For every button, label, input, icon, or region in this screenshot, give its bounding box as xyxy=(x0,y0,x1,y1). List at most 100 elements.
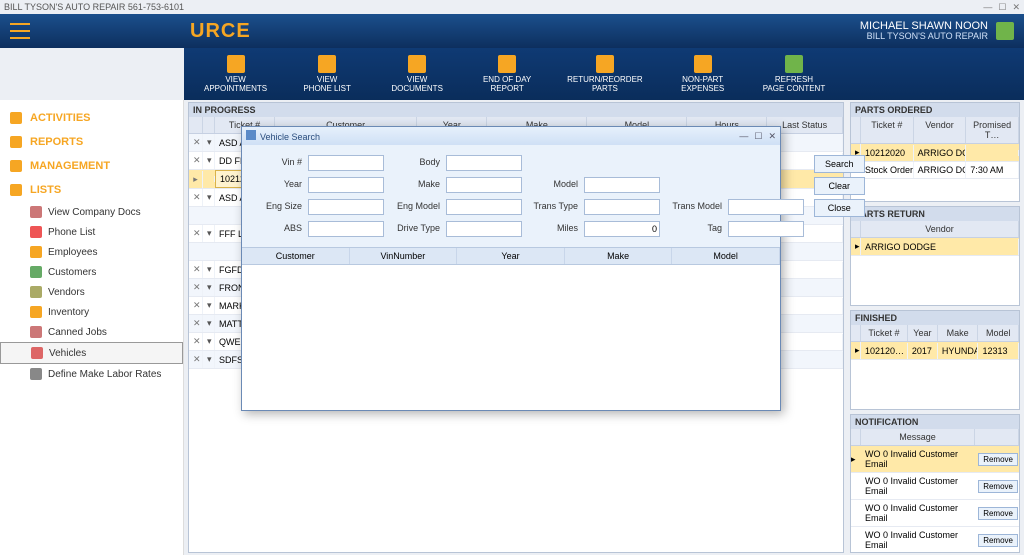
miles-label: Miles xyxy=(528,221,578,237)
drivetype-input[interactable] xyxy=(446,221,522,237)
remove-button[interactable]: Remove xyxy=(978,480,1018,493)
body-label: Body xyxy=(390,155,440,171)
table-row[interactable]: Stock OrderARRIGO DOD…7:30 AM xyxy=(851,162,1019,179)
parts-icon xyxy=(596,55,614,73)
sidebar-item-phone-list[interactable]: Phone List xyxy=(0,222,183,242)
doc-icon xyxy=(30,206,42,218)
modal-grid-body[interactable] xyxy=(242,265,780,410)
end-of-day-report-button[interactable]: END OF DAY REPORT xyxy=(477,52,537,96)
refresh-page-button[interactable]: REFRESH PAGE CONTENT xyxy=(763,52,826,96)
close-button[interactable]: Close xyxy=(814,199,865,217)
transmodel-input[interactable] xyxy=(728,199,804,215)
maximize-icon[interactable]: ☐ xyxy=(998,2,1006,13)
close-icon[interactable]: ✕ xyxy=(1012,2,1020,13)
notification-row[interactable]: WO 0 Invalid Customer EmailRemove xyxy=(851,473,1019,500)
sidebar-item-canned-jobs[interactable]: Canned Jobs xyxy=(0,322,183,342)
notification-title: NOTIFICATION xyxy=(851,415,1019,429)
body-input[interactable] xyxy=(446,155,522,171)
nav-activities[interactable]: ACTIVITIES xyxy=(0,106,183,130)
vehicle-search-modal: Vehicle Search — ☐ ✕ Vin # Body Year xyxy=(241,126,781,411)
return-reorder-parts-button[interactable]: RETURN/REORDER PARTS xyxy=(567,52,643,96)
notification-panel: NOTIFICATION Message ▸WO 0 Invalid Custo… xyxy=(850,414,1020,553)
vendors-icon xyxy=(30,286,42,298)
vehicles-icon xyxy=(31,347,43,359)
non-part-expenses-button[interactable]: NON-PART EXPENSES xyxy=(673,52,733,96)
modal-title: Vehicle Search xyxy=(260,132,320,142)
view-appointments-button[interactable]: VIEW APPOINTMENTS xyxy=(204,52,267,96)
employees-icon xyxy=(30,246,42,258)
clear-button[interactable]: Clear xyxy=(814,177,865,195)
phone-icon xyxy=(318,55,336,73)
sidebar-item-labor-rates[interactable]: Define Make Labor Rates xyxy=(0,364,183,384)
menu-icon[interactable] xyxy=(10,23,30,39)
modal-maximize-icon[interactable]: ☐ xyxy=(754,131,762,142)
vin-input[interactable] xyxy=(308,155,384,171)
modal-icon xyxy=(246,130,256,140)
drivetype-label: Drive Type xyxy=(390,221,440,237)
table-row[interactable]: ▸ARRIGO DODGE xyxy=(851,238,1019,256)
sidebar-item-employees[interactable]: Employees xyxy=(0,242,183,262)
abs-input[interactable] xyxy=(308,221,384,237)
documents-icon xyxy=(408,55,426,73)
view-phone-list-button[interactable]: VIEW PHONE LIST xyxy=(297,52,357,96)
modal-close-icon[interactable]: ✕ xyxy=(768,131,776,142)
user-company: BILL TYSON'S AUTO REPAIR xyxy=(860,32,988,42)
engmodel-label: Eng Model xyxy=(390,199,440,215)
report-icon xyxy=(498,55,516,73)
in-progress-title: IN PROGRESS xyxy=(189,103,843,117)
modal-grid-header: CustomerVinNumberYearMakeModel xyxy=(242,247,780,265)
labor-rates-icon xyxy=(30,368,42,380)
sidebar-item-company-docs[interactable]: View Company Docs xyxy=(0,202,183,222)
miles-input[interactable] xyxy=(584,221,660,237)
search-button[interactable]: Search xyxy=(814,155,865,173)
sidebar-item-customers[interactable]: Customers xyxy=(0,262,183,282)
nav-reports[interactable]: REPORTS xyxy=(0,130,183,154)
modal-minimize-icon[interactable]: — xyxy=(739,131,748,142)
activities-icon xyxy=(10,112,22,124)
notification-row[interactable]: WO 0 Invalid Customer EmailRemove xyxy=(851,500,1019,527)
abs-label: ABS xyxy=(252,221,302,237)
os-titlebar: BILL TYSON'S AUTO REPAIR 561-753-6101 — … xyxy=(0,0,1024,14)
window-title: BILL TYSON'S AUTO REPAIR 561-753-6101 xyxy=(4,2,184,12)
sidebar-item-vehicles[interactable]: Vehicles xyxy=(0,342,183,364)
transtype-input[interactable] xyxy=(584,199,660,215)
model-label: Model xyxy=(528,177,578,193)
notification-row[interactable]: ▸WO 0 Invalid Customer EmailRemove xyxy=(851,446,1019,473)
phone-icon xyxy=(30,226,42,238)
engmodel-input[interactable] xyxy=(446,199,522,215)
table-row[interactable]: ▸10212020ARRIGO DOD… xyxy=(851,144,1019,162)
remove-button[interactable]: Remove xyxy=(978,453,1018,466)
model-input[interactable] xyxy=(584,177,660,193)
nav-management[interactable]: MANAGEMENT xyxy=(0,154,183,178)
make-label: Make xyxy=(390,177,440,193)
refresh-icon xyxy=(785,55,803,73)
engsize-input[interactable] xyxy=(308,199,384,215)
transtype-label: Trans Type xyxy=(528,199,578,215)
minimize-icon[interactable]: — xyxy=(983,2,992,13)
tag-input[interactable] xyxy=(728,221,804,237)
app-header: URCE MICHAEL SHAWN NOON BILL TYSON'S AUT… xyxy=(0,14,1024,48)
user-icon[interactable] xyxy=(996,22,1014,40)
engsize-label: Eng Size xyxy=(252,199,302,215)
vin-label: Vin # xyxy=(252,155,302,171)
year-input[interactable] xyxy=(308,177,384,193)
inventory-icon xyxy=(30,306,42,318)
modal-titlebar[interactable]: Vehicle Search — ☐ ✕ xyxy=(242,127,780,145)
notification-row[interactable]: WO 0 Invalid Customer EmailRemove xyxy=(851,527,1019,552)
transmodel-label: Trans Model xyxy=(666,199,722,215)
expenses-icon xyxy=(694,55,712,73)
sidebar-item-vendors[interactable]: Vendors xyxy=(0,282,183,302)
make-input[interactable] xyxy=(446,177,522,193)
view-documents-button[interactable]: VIEW DOCUMENTS xyxy=(387,52,447,96)
remove-button[interactable]: Remove xyxy=(978,507,1018,520)
canned-jobs-icon xyxy=(30,326,42,338)
in-progress-panel: IN PROGRESS Ticket # Customer Year Make … xyxy=(188,102,844,553)
sidebar-item-inventory[interactable]: Inventory xyxy=(0,302,183,322)
nav-lists[interactable]: LISTS xyxy=(0,178,183,202)
table-row[interactable]: ▸102120…2017HYUNDAI12313 xyxy=(851,342,1019,360)
sidebar: ACTIVITIES REPORTS MANAGEMENT LISTS View… xyxy=(0,100,184,555)
calendar-icon xyxy=(227,55,245,73)
parts-return-panel: PARTS RETURN Vendor ▸ARRIGO DODGE xyxy=(850,206,1020,306)
remove-button[interactable]: Remove xyxy=(978,534,1018,547)
app-logo: URCE xyxy=(190,20,251,43)
